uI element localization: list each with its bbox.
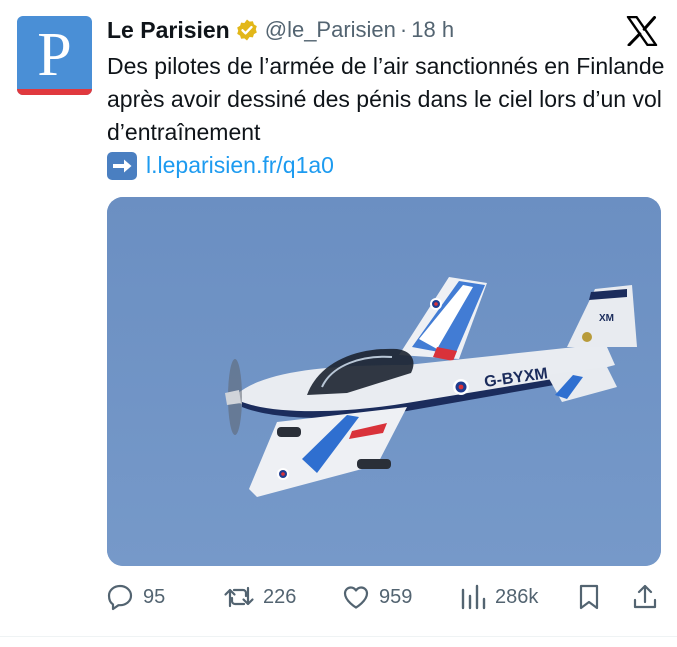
tweet-text: Des pilotes de l’armée de l’air sanction…: [107, 53, 665, 145]
verified-badge-icon: [236, 19, 257, 41]
heart-icon: [343, 586, 369, 609]
views-count: 286k: [495, 585, 539, 608]
header-separator: ·: [399, 17, 408, 42]
tail-code: XM: [599, 313, 614, 324]
avatar-stripe: [17, 89, 92, 95]
repost-icon: [224, 586, 254, 608]
reply-count: 95: [143, 585, 166, 608]
tweet-link[interactable]: l.leparisien.fr/q1a0: [146, 149, 334, 182]
tweet-timestamp[interactable]: 18 h: [411, 17, 454, 43]
tweet-body: Des pilotes de l’armée de l’air sanction…: [107, 50, 667, 182]
aircraft-photo: G-BYXM XM: [107, 197, 661, 566]
share-icon: [633, 584, 657, 609]
bookmark-icon: [579, 584, 599, 610]
like-count: 959: [379, 585, 413, 608]
views-chart-icon: [461, 584, 486, 610]
reply-button[interactable]: 95: [105, 580, 165, 614]
avatar-letter: P: [37, 21, 72, 89]
tweet-header: Le Parisien @le_Parisien · 18 h: [107, 15, 454, 45]
tweet-actions-bar: 95 226 959 286k: [105, 580, 665, 614]
views-button[interactable]: 286k: [459, 580, 538, 614]
like-button[interactable]: 959: [341, 580, 412, 614]
repost-button[interactable]: 226: [223, 580, 296, 614]
share-button[interactable]: [630, 580, 668, 614]
repost-count: 226: [263, 585, 297, 608]
tweet-link-line: l.leparisien.fr/q1a0: [107, 149, 667, 182]
x-logo-icon[interactable]: [626, 16, 658, 46]
account-avatar[interactable]: P: [17, 16, 92, 95]
tweet-media-image[interactable]: G-BYXM XM: [107, 197, 661, 566]
divider: [0, 636, 677, 637]
account-handle[interactable]: @le_Parisien: [265, 17, 396, 43]
right-arrow-emoji-icon: [107, 151, 137, 180]
reply-icon: [107, 584, 133, 611]
account-name[interactable]: Le Parisien: [107, 17, 230, 44]
bookmark-button[interactable]: [575, 580, 611, 614]
